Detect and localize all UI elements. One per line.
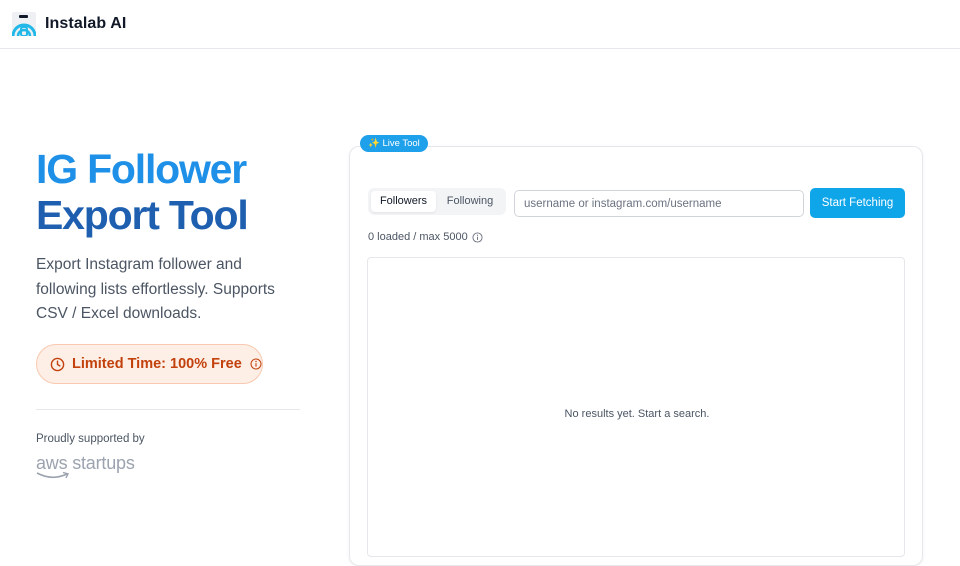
aws-startups-text: aws startups [36,453,135,473]
hero-description: Export Instagram follower and following … [36,256,275,322]
results-panel: No results yet. Start a search. [367,257,905,557]
empty-state-text: No results yet. Start a search. [564,408,710,420]
tab-following[interactable]: Following [438,191,502,212]
loaded-count-text: 0 loaded / max 5000 [368,231,468,243]
clock-icon [50,357,65,371]
page-title: IG Follower Export Tool [36,146,336,238]
promo-text: Limited Time: 100% Free [72,356,242,372]
title-line-1: IG Follower [36,146,247,192]
promo-badge: Limited Time: 100% Free [36,344,263,384]
start-fetching-button[interactable]: Start Fetching [810,188,905,218]
live-tool-badge: ✨ Live Tool [360,135,428,152]
instalab-logo-icon[interactable] [12,12,36,36]
top-navbar: Instalab AI [0,0,960,49]
supported-by-label: Proudly supported by [36,433,145,445]
aws-smile-icon [36,471,69,479]
tab-followers[interactable]: Followers [371,191,436,212]
info-icon[interactable] [250,358,262,370]
brand-name[interactable]: Instalab AI [45,15,126,33]
aws-startups-logo: aws startups [36,453,135,479]
loaded-count: 0 loaded / max 5000 [368,231,483,243]
username-search-input[interactable] [514,190,804,217]
divider [36,409,300,410]
title-line-2: Export Tool [36,192,249,238]
info-icon[interactable] [472,231,483,243]
mode-toggle: Followers Following [368,188,506,215]
